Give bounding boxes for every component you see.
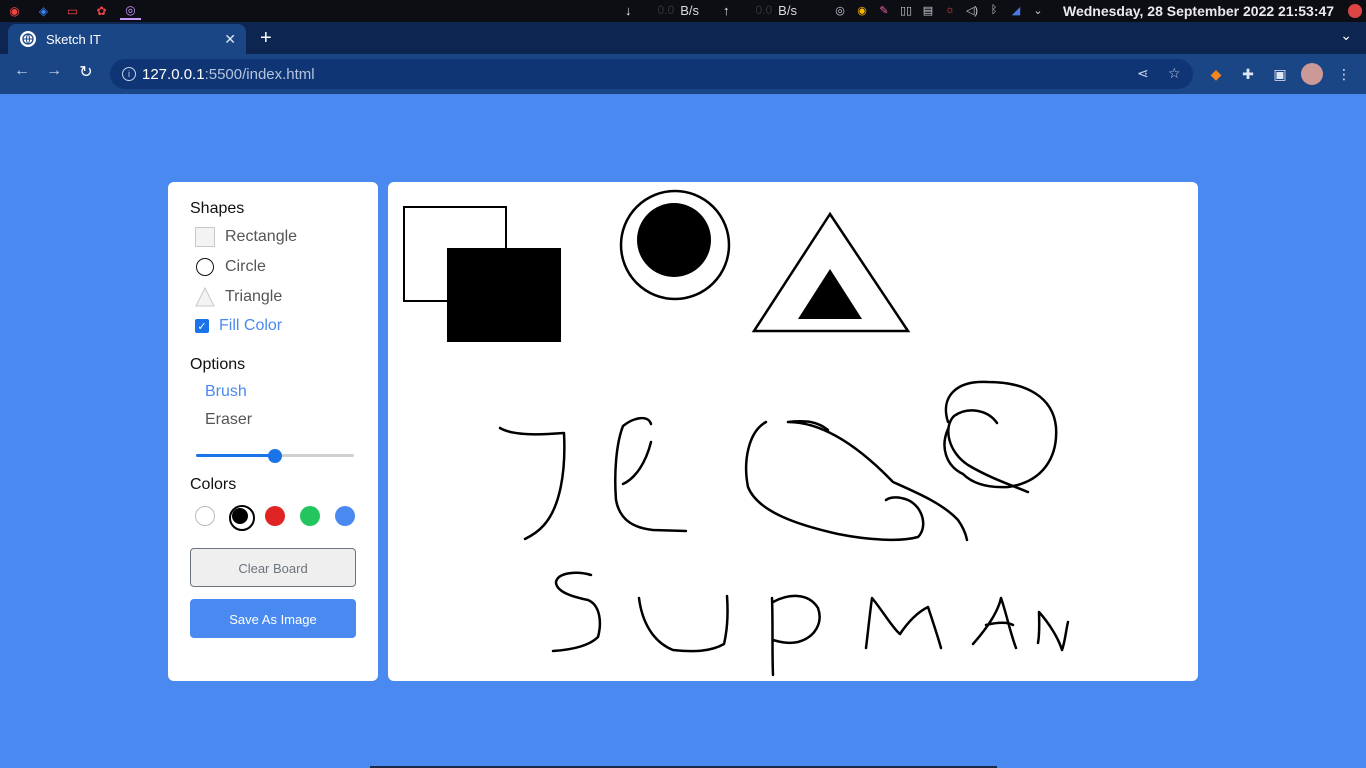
circle-icon bbox=[196, 258, 214, 276]
download-value: 0.0 bbox=[657, 3, 675, 17]
shapes-title: Shapes bbox=[190, 200, 245, 217]
fill-color-checkbox[interactable]: ✓ bbox=[195, 319, 209, 333]
chrome-tray-icon[interactable]: ◉ bbox=[854, 2, 870, 18]
back-button[interactable]: ← bbox=[10, 62, 34, 80]
info-icon[interactable]: i bbox=[122, 67, 136, 81]
color-swatch[interactable] bbox=[335, 506, 355, 526]
tool-brush[interactable]: Brush bbox=[190, 378, 356, 406]
wifi-tray-icon[interactable]: ◢ bbox=[1008, 2, 1024, 18]
system-tray: ◎ ◉ ✎ ▯▯ ▤ ☼ ◁) ᛒ ◢ ⌄ bbox=[832, 2, 1046, 18]
options-title: Options bbox=[190, 356, 246, 373]
slider-fill bbox=[196, 454, 275, 457]
download-arrow-icon: ↓ bbox=[625, 3, 632, 18]
drawn-circle-filled bbox=[637, 203, 711, 277]
tools-panel: Shapes Rectangle Circle Triangle ✓ Fill … bbox=[168, 182, 378, 681]
save-as-image-button[interactable]: Save As Image bbox=[190, 599, 356, 638]
fill-color-option[interactable]: ✓ Fill Color bbox=[190, 312, 356, 340]
volume-tray-icon[interactable]: ◁) bbox=[964, 2, 980, 18]
triangle-icon bbox=[195, 286, 215, 307]
freehand-stroke bbox=[943, 380, 1058, 489]
shape-triangle[interactable]: Triangle bbox=[190, 282, 356, 312]
freehand-stroke bbox=[498, 426, 566, 541]
app-icon[interactable]: ✿ bbox=[91, 2, 112, 20]
system-menu-icon[interactable]: ◉ bbox=[4, 2, 25, 20]
download-unit: B/s bbox=[680, 3, 699, 18]
tab-title: Sketch IT bbox=[46, 31, 101, 47]
avatar[interactable] bbox=[1301, 63, 1323, 85]
shape-label: Circle bbox=[225, 258, 266, 275]
address-bar[interactable]: i 127.0.0.1:5500/index.html ⋖ ☆ bbox=[110, 59, 1193, 89]
system-top-bar: ◉ ◈ ▭ ✿ ◎ ↓ 0.0 B/s ↑ 0.0 B/s ◎ ◉ ✎ ▯▯ ▤… bbox=[0, 0, 1366, 22]
freehand-stroke bbox=[744, 420, 969, 542]
rectangle-icon bbox=[195, 227, 215, 247]
freehand-stroke bbox=[614, 416, 688, 533]
power-icon[interactable] bbox=[1348, 4, 1362, 18]
network-speed: ↓ 0.0 B/s ↑ 0.0 B/s bbox=[625, 3, 797, 18]
upload-arrow-icon: ↑ bbox=[722, 3, 730, 18]
chrome-tray-icon[interactable]: ◎ bbox=[832, 2, 848, 18]
url-path: :5500/index.html bbox=[204, 65, 315, 83]
tool-eraser[interactable]: Eraser bbox=[190, 406, 356, 434]
color-swatch[interactable] bbox=[229, 505, 255, 531]
bluetooth-tray-icon[interactable]: ᛒ bbox=[986, 2, 1002, 18]
browser-toolbar: ← → ↻ i 127.0.0.1:5500/index.html ⋖ ☆ ◆ … bbox=[0, 54, 1366, 94]
shape-label: Triangle bbox=[225, 288, 283, 305]
drawing-canvas[interactable] bbox=[388, 182, 1198, 681]
drawn-rectangle-filled bbox=[447, 248, 561, 342]
upload-value: 0.0 bbox=[755, 3, 773, 17]
media-tray-icon[interactable]: ▯▯ bbox=[898, 2, 914, 18]
freehand-stroke bbox=[947, 409, 1030, 494]
color-swatch[interactable] bbox=[265, 506, 285, 526]
shape-circle[interactable]: Circle bbox=[190, 252, 356, 282]
clipboard-tray-icon[interactable]: ▤ bbox=[920, 2, 936, 18]
fill-color-label: Fill Color bbox=[219, 317, 283, 334]
new-tab-button[interactable]: + bbox=[260, 27, 272, 50]
freehand-stroke bbox=[551, 571, 602, 653]
canvas-drawing bbox=[403, 189, 1070, 677]
shape-rectangle[interactable]: Rectangle bbox=[190, 222, 356, 252]
freehand-stroke bbox=[1036, 610, 1070, 652]
colors-title: Colors bbox=[190, 476, 237, 493]
freehand-stroke bbox=[621, 440, 653, 486]
drawn-triangle-filled bbox=[798, 269, 862, 319]
metamask-icon[interactable]: ◆ bbox=[1206, 64, 1226, 84]
freehand-stroke bbox=[637, 594, 729, 653]
chrome-taskbar-icon[interactable]: ◎ bbox=[120, 2, 141, 20]
brightness-tray-icon[interactable]: ☼ bbox=[942, 2, 958, 18]
color-swatches bbox=[195, 505, 356, 531]
reload-button[interactable]: ↻ bbox=[74, 62, 98, 82]
color-swatch[interactable] bbox=[300, 506, 320, 526]
color-swatch[interactable] bbox=[195, 506, 215, 526]
chevron-down-icon[interactable]: ⌄ bbox=[1030, 2, 1046, 18]
system-clock: Wednesday, 28 September 2022 21:53:47 bbox=[1063, 3, 1335, 19]
vscode-icon[interactable]: ◈ bbox=[33, 2, 54, 20]
tab-strip: Sketch IT ✕ + ⌄ bbox=[0, 22, 1366, 54]
pen-tray-icon[interactable]: ✎ bbox=[876, 2, 892, 18]
shape-label: Rectangle bbox=[225, 228, 298, 245]
freehand-stroke bbox=[971, 596, 1018, 650]
tab-sketch-it[interactable]: Sketch IT ✕ bbox=[8, 24, 246, 54]
close-icon[interactable]: ✕ bbox=[224, 31, 236, 48]
globe-icon bbox=[20, 31, 36, 47]
more-menu-icon[interactable]: ⋮ bbox=[1334, 64, 1354, 84]
slider-thumb[interactable] bbox=[268, 449, 282, 463]
star-icon[interactable]: ☆ bbox=[1168, 65, 1181, 82]
freehand-stroke bbox=[864, 596, 943, 650]
files-icon[interactable]: ▭ bbox=[62, 2, 83, 20]
brush-size-slider[interactable] bbox=[196, 446, 354, 466]
share-icon[interactable]: ⋖ bbox=[1137, 65, 1149, 82]
forward-button[interactable]: → bbox=[42, 62, 66, 80]
url-host: 127.0.0.1 bbox=[142, 65, 205, 83]
tab-search-icon[interactable]: ⌄ bbox=[1340, 27, 1352, 44]
upload-unit: B/s bbox=[778, 3, 797, 18]
side-panel-icon[interactable]: ▣ bbox=[1270, 64, 1290, 84]
clear-board-button[interactable]: Clear Board bbox=[190, 548, 356, 587]
freehand-stroke bbox=[770, 594, 821, 677]
extensions-icon[interactable]: ✚ bbox=[1238, 64, 1258, 84]
